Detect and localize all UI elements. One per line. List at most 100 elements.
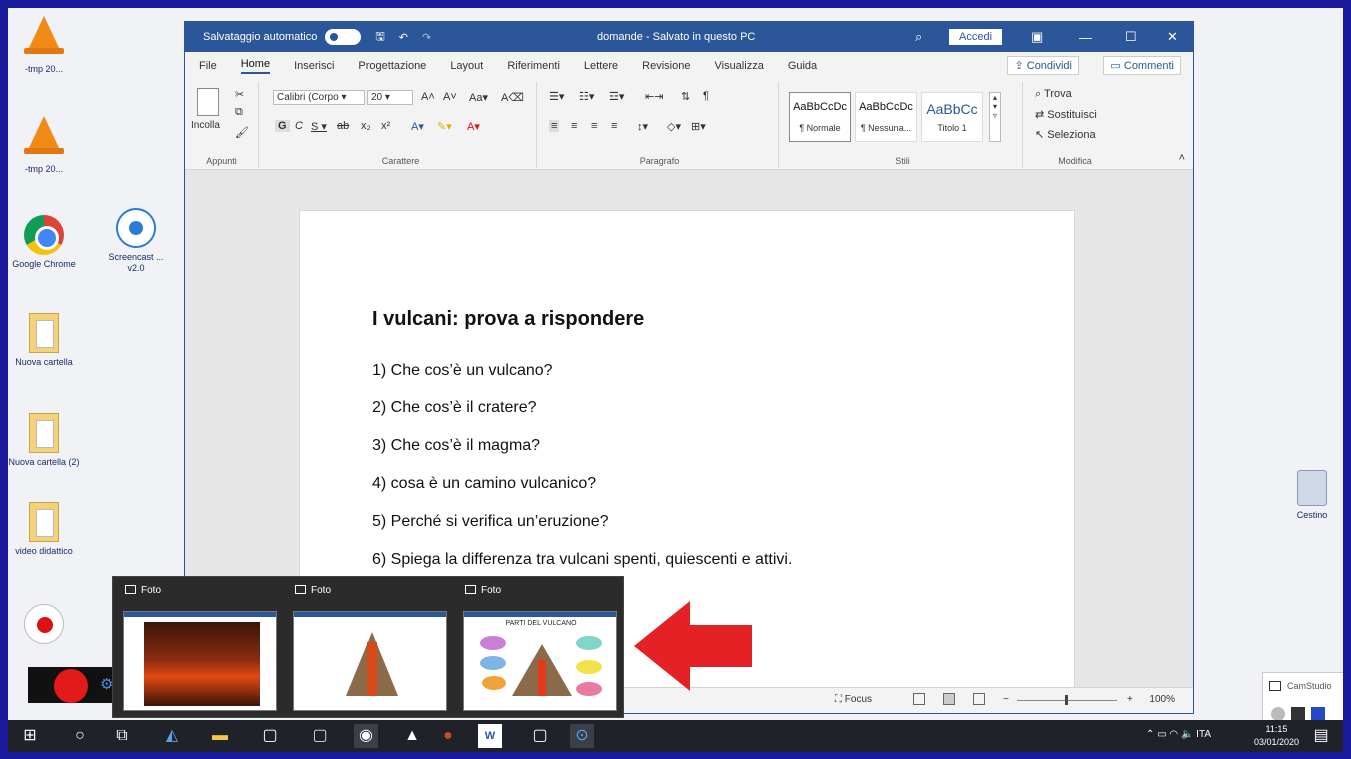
shrink-font-icon[interactable]: A˅ [443, 91, 457, 103]
tab-layout[interactable]: Layout [450, 60, 483, 72]
select-button[interactable]: ↖ Seleziona [1035, 128, 1096, 141]
save-icon[interactable]: 🖫 [375, 28, 384, 47]
language-indicator[interactable]: ITA [1196, 729, 1211, 740]
task-view-icon[interactable]: ⧉ [110, 724, 134, 748]
justify-icon[interactable]: ≡ [611, 120, 617, 132]
font-size-select[interactable]: 20 ▾ [367, 90, 413, 105]
grow-font-icon[interactable]: A˄ [421, 91, 435, 103]
strikethrough-icon[interactable]: ab [337, 120, 349, 132]
record-button[interactable] [54, 669, 88, 703]
autosave-toggle[interactable] [325, 29, 362, 45]
tab-home[interactable]: Home [240, 58, 271, 74]
shading-icon[interactable]: ◇▾ [667, 120, 681, 133]
font-color-icon[interactable]: A▾ [467, 120, 480, 133]
align-left-icon[interactable]: ≡ [549, 120, 560, 132]
style-heading-1[interactable]: AaBbCc Titolo 1 [921, 92, 983, 142]
app-window-icon[interactable]: ▢ [258, 724, 282, 748]
file-explorer-icon[interactable]: ▬ [208, 724, 232, 748]
superscript-icon[interactable]: x² [381, 120, 390, 132]
photos-icon[interactable]: ▲ [400, 724, 424, 748]
share-button[interactable]: ⇪ Condividi [1007, 56, 1079, 75]
line-spacing-icon[interactable]: ↕▾ [637, 120, 648, 133]
camstudio-panel[interactable]: CamStudio [1262, 672, 1343, 720]
desktop-icon-vlc-1[interactable]: -tmp 20... [8, 16, 80, 75]
record-button[interactable] [1271, 707, 1285, 720]
replace-button[interactable]: ⇄ Sostituisci [1035, 108, 1097, 121]
sign-in-button[interactable]: Accedi [949, 29, 1003, 45]
comments-button[interactable]: ▭ Commenti [1103, 56, 1181, 75]
highlight-icon[interactable]: ✎▾ [437, 120, 452, 133]
pilcrow-icon[interactable]: ¶ [703, 90, 709, 102]
tab-help[interactable]: Guida [788, 60, 817, 72]
align-right-icon[interactable]: ≡ [591, 120, 597, 132]
style-normal[interactable]: AaBbCcDc ¶ Normale [789, 92, 851, 142]
borders-icon[interactable]: ⊞▾ [691, 120, 706, 133]
maximize-button[interactable]: ☐ [1125, 29, 1137, 45]
desktop-icon-screencast[interactable]: Screencast ... v2.0 [100, 208, 172, 274]
chrome-icon[interactable]: ◉ [354, 724, 378, 748]
windows-start-icon[interactable]: ⊞ [18, 724, 42, 748]
bold-icon[interactable]: G [275, 120, 290, 132]
paste-icon[interactable] [197, 88, 219, 116]
print-layout-icon[interactable] [943, 693, 955, 705]
notifications-icon[interactable]: ▤ [1309, 724, 1333, 748]
style-no-spacing[interactable]: AaBbCcDc ¶ Nessuna... [855, 92, 917, 142]
stop-button[interactable] [1311, 707, 1325, 720]
font-name-select[interactable]: Calibri (Corpo ▾ [273, 90, 365, 105]
read-mode-icon[interactable] [913, 693, 925, 705]
tab-review[interactable]: Revisione [642, 60, 690, 72]
tab-mailings[interactable]: Lettere [584, 60, 618, 72]
text-effects-icon[interactable]: A▾ [411, 120, 424, 133]
desktop-icon-chrome[interactable]: Google Chrome [8, 215, 80, 270]
zoom-out-icon[interactable]: − [1003, 694, 1009, 705]
app-icon-1[interactable]: ◭ [160, 724, 184, 748]
format-painter-icon[interactable]: 🖌 [235, 126, 249, 139]
zoom-slider-thumb[interactable] [1065, 695, 1068, 705]
thumbnail-photo-1[interactable]: Foto [115, 577, 285, 719]
change-case-icon[interactable]: Aa▾ [469, 91, 488, 104]
collapse-ribbon-icon[interactable]: ˄ [1179, 152, 1185, 164]
tab-view[interactable]: Visualizza [714, 60, 763, 72]
undo-icon[interactable]: ↶ [399, 31, 408, 44]
zoom-level[interactable]: 100% [1149, 694, 1175, 705]
tab-insert[interactable]: Inserisci [294, 60, 334, 72]
subscript-icon[interactable]: x₂ [361, 120, 371, 132]
focus-button[interactable]: ⛶ Focus [835, 694, 872, 705]
numbering-icon[interactable]: ☷▾ [579, 90, 594, 103]
app-window-icon[interactable]: ▢ [308, 724, 332, 748]
volume-icon[interactable]: 🔈 [1181, 729, 1196, 740]
word-icon[interactable]: W [478, 724, 502, 748]
tab-references[interactable]: Riferimenti [507, 60, 560, 72]
minimize-button[interactable]: — [1079, 30, 1092, 45]
screencast-icon[interactable]: ⊙ [570, 724, 594, 748]
italic-icon[interactable]: C [295, 120, 303, 132]
pause-button[interactable] [1291, 707, 1305, 720]
app-window-icon[interactable]: ▢ [528, 724, 552, 748]
search-icon[interactable]: ⌕ [915, 29, 922, 45]
ribbon-display-icon[interactable]: ▣ [1031, 29, 1043, 45]
align-center-icon[interactable]: ≡ [571, 120, 577, 132]
wifi-icon[interactable]: ◠ [1169, 729, 1181, 740]
sort-icon[interactable]: ⇅ [681, 90, 690, 103]
thumbnail-photo-3[interactable]: Foto PARTI DEL VULCANO [455, 577, 625, 719]
battery-icon[interactable]: ▭ [1157, 729, 1169, 740]
web-layout-icon[interactable] [973, 693, 985, 705]
underline-icon[interactable]: S ▾ [311, 120, 327, 133]
powerpoint-icon[interactable]: ● [436, 724, 460, 748]
desktop-icon-recorder[interactable] [24, 604, 64, 648]
close-button[interactable]: ✕ [1167, 29, 1178, 45]
desktop-icon-folder-2[interactable]: Nuova cartella (2) [8, 413, 80, 468]
styles-scroll[interactable]: ▴ ▾ ▿ [989, 92, 1001, 142]
paste-button[interactable]: Incolla [191, 120, 220, 131]
find-button[interactable]: ⌕ Trova [1035, 88, 1072, 101]
desktop-icon-recycle-bin[interactable]: Cestino [1276, 470, 1343, 521]
zoom-in-icon[interactable]: + [1127, 694, 1133, 705]
multilevel-list-icon[interactable]: ☲▾ [609, 90, 624, 103]
desktop-icon-folder-1[interactable]: Nuova cartella [8, 313, 80, 368]
desktop-icon-vlc-2[interactable]: -tmp 20... [8, 116, 80, 175]
indent-icon[interactable]: ⇤⇥ [645, 90, 663, 103]
copy-icon[interactable]: ⧉ [235, 106, 243, 119]
chevron-up-icon[interactable]: ⌃ [1146, 729, 1157, 740]
clear-format-icon[interactable]: A⌫ [501, 91, 524, 104]
desktop-icon-folder-3[interactable]: video didattico [8, 502, 80, 557]
